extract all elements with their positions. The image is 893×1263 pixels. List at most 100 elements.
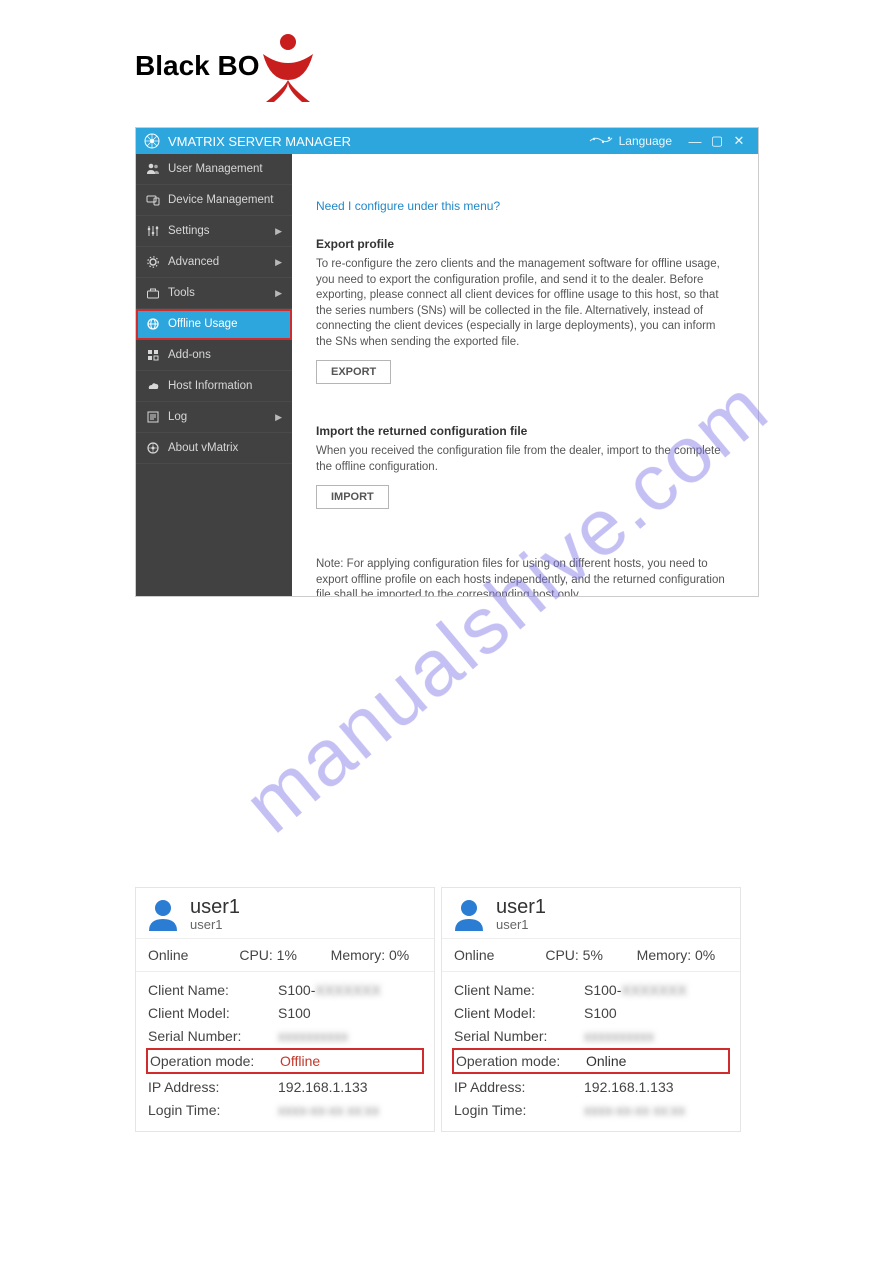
sidebar-item-advanced[interactable]: Advanced ▶ [136,247,292,278]
chevron-right-icon: ▶ [275,412,282,423]
client-name-value: S100-XXXXXXX [584,982,687,998]
brand-logo-text: Black BO [135,50,260,82]
memory-label: Memory: [331,947,385,963]
client-model-value: S100 [278,1005,311,1021]
sidebar-item-label: Log [168,411,187,423]
export-button[interactable]: EXPORT [316,360,391,384]
import-description: When you received the configuration file… [316,444,734,475]
operation-mode-label: Operation mode: [150,1053,280,1069]
sidebar-item-label: Device Management [168,194,273,206]
language-button[interactable]: Language [619,134,672,148]
username: user1 [496,896,546,919]
serial-number-label: Serial Number: [148,1028,278,1044]
status-value: Online [454,947,545,963]
serial-number-value: xxxxxxxxxx [278,1028,348,1044]
operation-mode-value: Offline [280,1053,320,1069]
sidebar-item-about[interactable]: About vMatrix [136,433,292,464]
chevron-right-icon: ▶ [275,288,282,299]
about-icon [146,441,160,455]
user-cards-row: user1 user1 Online CPU: 1% Memory: 0% Cl… [135,887,893,1132]
cpu-label: CPU: [239,947,272,963]
sidebar: User Management Device Management Settin… [136,154,292,596]
device-icon [146,193,160,207]
client-name-value: S100-XXXXXXX [278,982,381,998]
user-subname: user1 [496,917,546,932]
status-value: Online [148,947,239,963]
export-title: Export profile [316,237,734,251]
import-button[interactable]: IMPORT [316,485,389,509]
login-time-value: xxxx-xx-xx xx:xx [278,1102,379,1118]
titlebar: VMATRIX SERVER MANAGER Language — ▢ ✕ [136,128,758,154]
brand-logo-icon [258,30,318,102]
client-model-value: S100 [584,1005,617,1021]
ip-address-label: IP Address: [454,1079,584,1095]
ip-address-label: IP Address: [148,1079,278,1095]
sidebar-item-settings[interactable]: Settings ▶ [136,216,292,247]
sidebar-item-label: Advanced [168,256,219,268]
user-subname: user1 [190,917,240,932]
sidebar-item-label: Settings [168,225,210,237]
sidebar-item-label: Add-ons [168,349,211,361]
metrics-row: Online CPU: 1% Memory: 0% [136,939,434,972]
user-card-offline: user1 user1 Online CPU: 1% Memory: 0% Cl… [135,887,435,1132]
offline-icon [146,317,160,331]
operation-mode-row: Operation mode: Offline [146,1048,424,1074]
ip-address-value: 192.168.1.133 [278,1079,368,1095]
memory-value: 0% [695,947,715,963]
users-icon [146,162,160,176]
help-link[interactable]: Need I configure under this menu? [316,199,734,213]
cpu-label: CPU: [545,947,578,963]
login-time-value: xxxx-xx-xx xx:xx [584,1102,685,1118]
window-maximize-button[interactable]: ▢ [706,133,728,149]
app-icon [144,133,160,149]
import-title: Import the returned configuration file [316,424,734,438]
username: user1 [190,896,240,919]
client-name-label: Client Name: [148,982,278,998]
app-title: VMATRIX SERVER MANAGER [168,134,351,149]
avatar-icon [146,897,180,931]
brand-logo: Black BO [135,30,893,102]
metrics-row: Online CPU: 5% Memory: 0% [442,939,740,972]
memory-label: Memory: [637,947,691,963]
sidebar-item-host-information[interactable]: Host Information [136,371,292,402]
addons-icon [146,348,160,362]
operation-mode-value: Online [586,1053,626,1069]
sidebar-item-user-management[interactable]: User Management [136,154,292,185]
client-model-label: Client Model: [148,1005,278,1021]
sidebar-item-label: Host Information [168,380,252,392]
export-description: To re-configure the zero clients and the… [316,257,734,350]
gear-icon [146,255,160,269]
host-icon [146,379,160,393]
note-text: Note: For applying configuration files f… [316,557,734,596]
toolbox-icon [146,286,160,300]
sidebar-item-add-ons[interactable]: Add-ons [136,340,292,371]
memory-value: 0% [389,947,409,963]
sidebar-item-offline-usage[interactable]: Offline Usage [136,309,292,340]
window-minimize-button[interactable]: — [684,134,706,149]
login-time-label: Login Time: [148,1102,278,1118]
operation-mode-row: Operation mode: Online [452,1048,730,1074]
cpu-value: 5% [583,947,603,963]
window-close-button[interactable]: ✕ [728,133,750,149]
sliders-icon [146,224,160,238]
globe-map-icon [589,134,613,148]
app-window: VMATRIX SERVER MANAGER Language — ▢ ✕ Us… [135,127,759,597]
sidebar-item-label: About vMatrix [168,442,238,454]
sidebar-item-label: Offline Usage [168,318,237,330]
sidebar-item-tools[interactable]: Tools ▶ [136,278,292,309]
log-icon [146,410,160,424]
login-time-label: Login Time: [454,1102,584,1118]
sidebar-item-log[interactable]: Log ▶ [136,402,292,433]
operation-mode-label: Operation mode: [456,1053,586,1069]
chevron-right-icon: ▶ [275,226,282,237]
main-content: Need I configure under this menu? Export… [292,154,758,596]
serial-number-value: xxxxxxxxxx [584,1028,654,1044]
avatar-icon [452,897,486,931]
ip-address-value: 192.168.1.133 [584,1079,674,1095]
sidebar-item-device-management[interactable]: Device Management [136,185,292,216]
sidebar-item-label: User Management [168,163,263,175]
chevron-right-icon: ▶ [275,257,282,268]
client-model-label: Client Model: [454,1005,584,1021]
user-card-online: user1 user1 Online CPU: 5% Memory: 0% Cl… [441,887,741,1132]
cpu-value: 1% [277,947,297,963]
